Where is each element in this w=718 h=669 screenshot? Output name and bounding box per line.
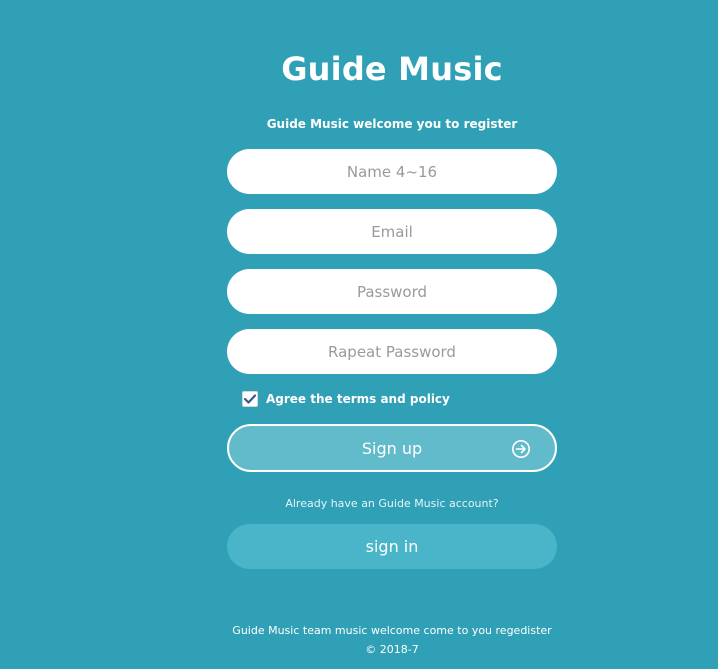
agree-terms-checkbox-row[interactable]: Agree the terms and policy [242,390,450,408]
sign-up-label: Sign up [361,438,423,458]
already-have-account-text: Already have an Guide Music account? [285,497,499,510]
footer-copyright: © 2018-7 [365,643,419,656]
sign-in-button[interactable]: sign in [227,524,557,569]
checkmark-icon [244,394,256,404]
page-title: Guide Music [281,50,503,88]
password-input[interactable] [227,269,557,314]
footer: Guide Music team music welcome come to y… [227,621,557,659]
agree-terms-checkbox[interactable] [242,391,258,407]
arrow-right-circle-icon [512,440,530,458]
repeat-password-input[interactable] [227,329,557,374]
agree-terms-label: Agree the terms and policy [266,392,450,406]
email-input[interactable] [227,209,557,254]
footer-text: Guide Music team music welcome come to y… [232,624,552,637]
page-subtitle: Guide Music welcome you to register [266,117,518,131]
name-input[interactable] [227,149,557,194]
sign-up-button[interactable]: Sign up [227,424,557,472]
